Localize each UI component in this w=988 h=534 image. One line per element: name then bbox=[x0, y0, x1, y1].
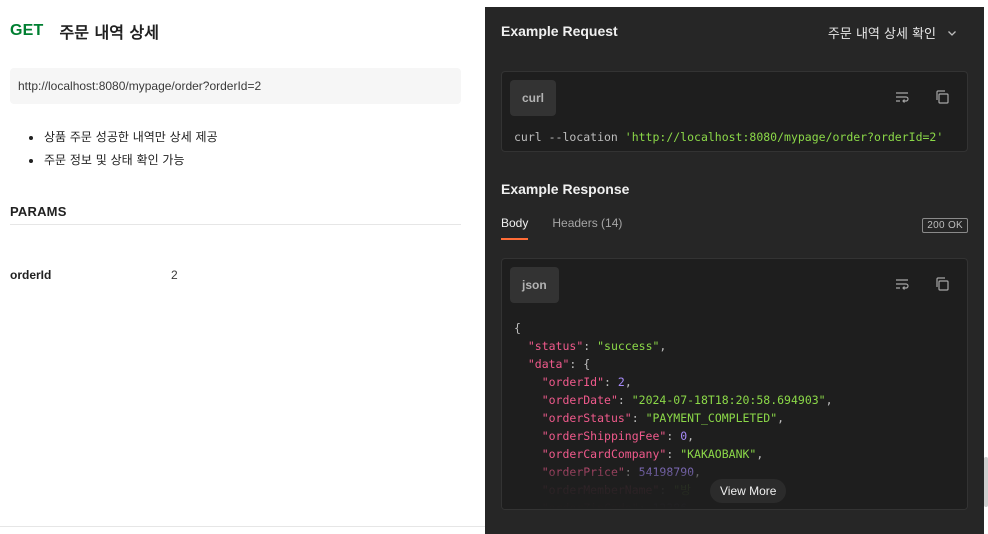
curl-command-prefix: curl --location bbox=[514, 130, 625, 144]
json-token: , bbox=[777, 411, 785, 425]
json-token: "orderStatus" bbox=[541, 411, 632, 425]
example-response-title: Example Response bbox=[501, 181, 630, 197]
json-token: , bbox=[825, 393, 833, 407]
status-badge: 200 OK bbox=[922, 218, 968, 233]
request-title: GET 주문 내역 상세 bbox=[10, 19, 159, 43]
curl-command: curl --location 'http://localhost:8080/m… bbox=[514, 130, 943, 144]
request-url[interactable]: http://localhost:8080/mypage/order?order… bbox=[10, 68, 461, 104]
text-wrap-icon[interactable] bbox=[893, 88, 911, 106]
json-token: : bbox=[666, 429, 681, 443]
request-description: 상품 주문 성공한 내역만 상세 제공 주문 정보 및 상태 확인 가능 bbox=[26, 128, 218, 174]
json-token: "2024-07-18T18:20:58.694903" bbox=[631, 393, 826, 407]
json-token: : { bbox=[569, 357, 591, 371]
json-token: { bbox=[514, 321, 521, 335]
json-token: : bbox=[617, 393, 632, 407]
json-line: "orderId": 2, bbox=[514, 373, 833, 391]
view-more-button[interactable]: View More bbox=[710, 479, 787, 503]
json-token: "data" bbox=[527, 357, 570, 371]
response-language-tag[interactable]: json bbox=[510, 267, 559, 303]
request-name: 주문 내역 상세 bbox=[59, 23, 159, 42]
json-token: : bbox=[604, 375, 618, 389]
json-token: "orderDate" bbox=[541, 393, 618, 407]
response-tabs: Body Headers (14) bbox=[501, 216, 646, 240]
examples-pane: Example Request 주문 내역 상세 확인 curl curl --… bbox=[485, 7, 984, 534]
example-response-code: json { "status": "success", "data": { "o… bbox=[501, 258, 968, 510]
json-token: "orderId" bbox=[541, 375, 605, 389]
param-row: orderId 2 bbox=[10, 268, 461, 284]
params-heading: PARAMS bbox=[10, 204, 67, 219]
chevron-down-icon bbox=[946, 27, 958, 39]
json-line: { bbox=[514, 319, 833, 337]
example-selector-label: 주문 내역 상세 확인 bbox=[827, 27, 936, 42]
request-language-tag[interactable]: curl bbox=[510, 80, 557, 116]
json-line: "orderStatus": "PAYMENT_COMPLETED", bbox=[514, 409, 833, 427]
curl-command-url: 'http://localhost:8080/mypage/order?orde… bbox=[624, 130, 944, 144]
json-line: "status": "success", bbox=[514, 337, 833, 355]
json-token: "status" bbox=[527, 339, 584, 353]
json-token: , bbox=[687, 429, 695, 443]
example-request-code: curl curl --location 'http://localhost:8… bbox=[501, 71, 968, 152]
json-token: : bbox=[583, 339, 598, 353]
example-selector[interactable]: 주문 내역 상세 확인 bbox=[828, 23, 958, 42]
params-divider bbox=[10, 224, 461, 225]
param-value: 2 bbox=[171, 268, 178, 282]
tab-body[interactable]: Body bbox=[501, 216, 529, 240]
json-token: "PAYMENT_COMPLETED" bbox=[645, 411, 778, 425]
bottom-divider bbox=[0, 526, 485, 527]
copy-icon[interactable] bbox=[933, 88, 951, 106]
scrollbar[interactable] bbox=[984, 457, 988, 507]
example-request-title: Example Request bbox=[501, 23, 618, 39]
json-line: "orderDate": "2024-07-18T18:20:58.694903… bbox=[514, 391, 833, 409]
json-line: "orderShippingFee": 0, bbox=[514, 427, 833, 445]
param-key: orderId bbox=[10, 268, 52, 282]
json-token: , bbox=[659, 339, 667, 353]
json-line: "data": { bbox=[514, 355, 833, 373]
tab-headers[interactable]: Headers (14) bbox=[552, 216, 622, 240]
json-token: 2 bbox=[617, 375, 625, 389]
json-token: "success" bbox=[597, 339, 660, 353]
json-token: "orderShippingFee" bbox=[541, 429, 667, 443]
request-method: GET bbox=[10, 22, 44, 39]
documentation-pane: GET 주문 내역 상세 http://localhost:8080/mypag… bbox=[0, 0, 485, 534]
description-item: 상품 주문 성공한 내역만 상세 제공 bbox=[43, 128, 218, 151]
text-wrap-icon[interactable] bbox=[893, 275, 911, 293]
json-token: : bbox=[631, 411, 646, 425]
json-token: , bbox=[624, 375, 632, 389]
copy-icon[interactable] bbox=[933, 275, 951, 293]
description-item: 주문 정보 및 상태 확인 가능 bbox=[43, 151, 218, 174]
